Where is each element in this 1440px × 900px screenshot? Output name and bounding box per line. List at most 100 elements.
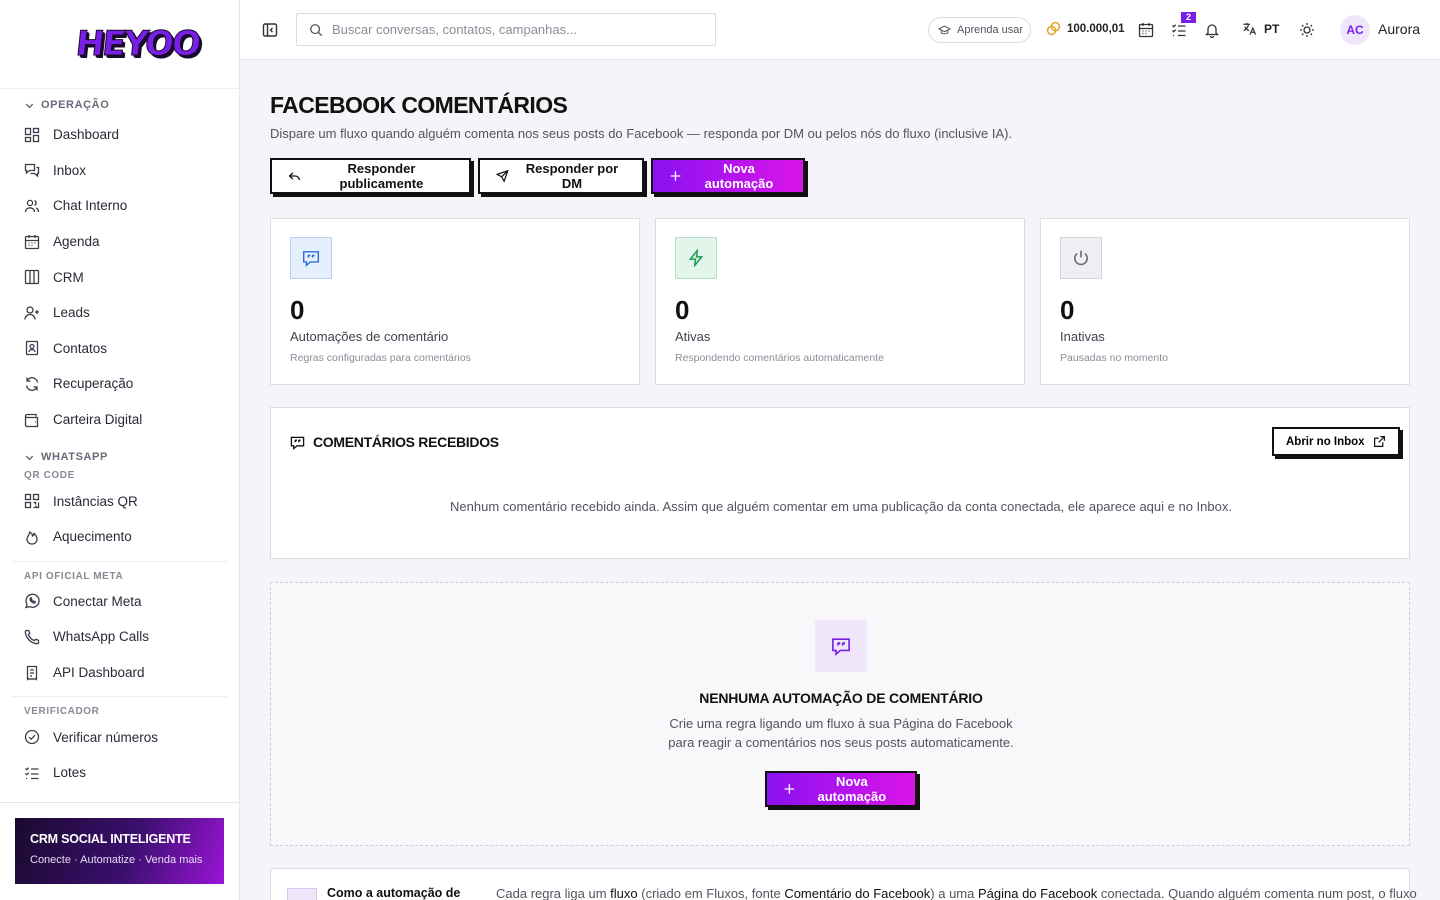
phone-icon (24, 629, 40, 645)
heyoo-logo[interactable]: HEYOO (73, 24, 201, 65)
stat-value: 0 (290, 295, 305, 325)
sidebar-toggle-icon[interactable] (262, 22, 278, 38)
section-operacao[interactable]: OPERAÇÃO (24, 97, 239, 113)
reply-dm-button[interactable]: Responder por DM (478, 158, 644, 194)
graduation-cap-icon (938, 24, 951, 34)
refresh-icon (25, 377, 39, 391)
promo-subtitle: Conecte · Automatize · Venda mais (30, 854, 203, 866)
tasks-icon[interactable] (1171, 22, 1187, 38)
sidebar-item-label: Verificar números (53, 729, 159, 745)
sidebar-item-label: Agenda (53, 234, 100, 250)
page-subtitle: Dispare um fluxo quando alguém comenta n… (270, 126, 1013, 141)
bell-icon[interactable] (1204, 22, 1220, 38)
new-automation-button[interactable]: Nova automação (651, 158, 805, 194)
comments-title: COMENTÁRIOS RECEBIDOS (290, 434, 499, 450)
stat-card-active: 0 Ativas Respondendo comentários automat… (655, 218, 1025, 385)
promo-banner[interactable]: CRM SOCIAL INTELIGENTE Conecte · Automat… (15, 818, 224, 884)
coins-icon (1046, 21, 1061, 36)
calendar-icon[interactable] (1138, 22, 1154, 38)
empty-automations: NENHUMA AUTOMAÇÃO DE COMENTÁRIO Crie uma… (270, 582, 1410, 846)
qr-code-icon (24, 493, 40, 509)
new-automation-button[interactable]: Nova automação (765, 771, 917, 807)
reply-arrow-icon (288, 172, 300, 181)
sidebar-item-crm[interactable]: CRM (0, 259, 239, 295)
reply-public-button[interactable]: Responder publicamente (270, 158, 471, 194)
external-link-icon (1373, 436, 1385, 447)
comments-empty-text: Nenhum comentário recebido ainda. Assim … (450, 499, 1232, 514)
search-icon (310, 23, 323, 36)
sidebar-item-recuperacao[interactable]: Recuperação (0, 366, 239, 402)
username[interactable]: Aurora (1378, 21, 1420, 37)
divider (12, 696, 227, 698)
search-input[interactable] (332, 22, 702, 37)
logo-area: HEYOO (0, 0, 239, 89)
sun-icon[interactable] (1299, 22, 1315, 38)
sidebar-item-inbox[interactable]: Inbox (0, 153, 239, 189)
message-quote-icon (290, 237, 332, 279)
kanban-icon (24, 270, 40, 285)
send-icon (496, 169, 509, 183)
language-switcher[interactable]: PT (1242, 21, 1279, 36)
plus-icon (670, 171, 681, 181)
avatar[interactable]: AC (1340, 15, 1370, 45)
sidebar-item-label: Inbox (53, 162, 87, 178)
check-circle-icon (24, 729, 40, 745)
comments-panel: COMENTÁRIOS RECEBIDOS Abrir no Inbox Nen… (270, 407, 1410, 559)
coin-balance[interactable]: 100.000,01 (1046, 21, 1125, 36)
promo-title: CRM SOCIAL INTELIGENTE (30, 832, 191, 846)
users-icon (24, 199, 40, 213)
empty-title: NENHUMA AUTOMAÇÃO DE COMENTÁRIO (699, 690, 983, 706)
divider (12, 560, 227, 562)
subsection-api-oficial-meta: API OFICIAL META (24, 570, 124, 582)
wallet-icon (24, 413, 39, 427)
sidebar-item-api-dashboard[interactable]: API Dashboard (0, 655, 239, 691)
stat-card-automations: 0 Automações de comentário Regras config… (270, 218, 640, 385)
stat-description: Pausadas no momento (1060, 352, 1168, 364)
sidebar-item-label: WhatsApp Calls (53, 629, 150, 645)
chevron-down-icon (25, 103, 34, 108)
open-inbox-button[interactable]: Abrir no Inbox (1272, 427, 1400, 456)
sidebar-item-dashboard[interactable]: Dashboard (0, 117, 239, 153)
sidebar-item-chat-interno[interactable]: Chat Interno (0, 188, 239, 224)
sidebar-item-verificar-numeros[interactable]: Verificar números (0, 719, 239, 755)
message-quote-icon (815, 620, 867, 672)
stat-card-inactive: 0 Inativas Pausadas no momento (1040, 218, 1410, 385)
whatsapp-icon (25, 594, 40, 609)
list-checks-icon (25, 766, 39, 779)
sidebar-item-conectar-meta[interactable]: Conectar Meta (0, 584, 239, 620)
dashboard-icon (24, 127, 40, 142)
sidebar-item-contatos[interactable]: Contatos (0, 331, 239, 367)
sidebar-item-label: Aquecimento (53, 529, 132, 545)
sidebar-item-label: Conectar Meta (53, 593, 142, 609)
info-text: Cada regra liga um fluxo (criado em Flux… (496, 886, 1417, 900)
shield-icon (287, 888, 317, 900)
plus-icon (784, 784, 795, 794)
divider (0, 802, 239, 803)
sidebar-item-lotes[interactable]: Lotes (0, 755, 239, 791)
sidebar-item-agenda[interactable]: Agenda (0, 224, 239, 260)
sidebar-item-label: Recuperação (53, 376, 134, 392)
sidebar-item-aquecimento[interactable]: Aquecimento (0, 519, 239, 555)
sidebar-nav: OPERAÇÃO Dashboard Inbox Chat Interno Ag… (0, 89, 239, 791)
learn-button[interactable]: Aprenda usar (928, 17, 1031, 43)
sidebar-item-carteira-digital[interactable]: Carteira Digital (0, 402, 239, 438)
sidebar-item-label: Lotes (53, 765, 87, 781)
stat-value: 0 (675, 295, 690, 325)
bolt-icon (675, 237, 717, 279)
flame-icon (26, 530, 38, 545)
section-whatsapp[interactable]: WHATSAPP (24, 449, 239, 465)
sidebar-item-leads[interactable]: Leads (0, 295, 239, 331)
message-quote-icon (290, 436, 305, 450)
sidebar: HEYOO OPERAÇÃO Dashboard Inbox Chat Inte… (0, 0, 240, 900)
sidebar-item-whatsapp-calls[interactable]: WhatsApp Calls (0, 619, 239, 655)
tasks-badge: 2 (1181, 12, 1196, 23)
calendar-icon (24, 234, 40, 249)
stat-label: Automações de comentário (290, 329, 449, 344)
sidebar-item-label: Instâncias QR (53, 493, 138, 509)
contact-book-icon (25, 341, 39, 356)
empty-description: Crie uma regra ligando um fluxo à sua Pá… (668, 716, 1014, 750)
search-bar[interactable] (296, 13, 716, 46)
stat-label: Ativas (675, 329, 711, 344)
sidebar-item-instancias-qr[interactable]: Instâncias QR (0, 483, 239, 519)
sidebar-item-label: API Dashboard (53, 665, 145, 681)
